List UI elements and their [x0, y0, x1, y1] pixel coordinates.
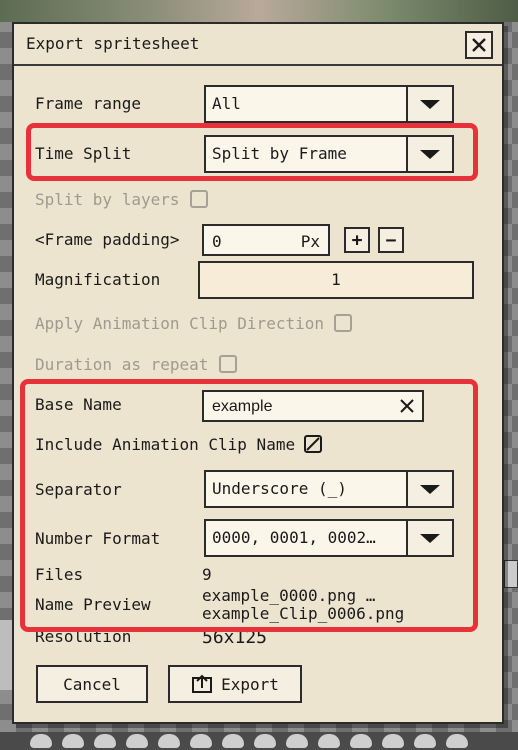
frame-range-dropdown-button[interactable] — [406, 87, 452, 121]
export-icon — [192, 674, 213, 693]
padding-decrement-button[interactable]: − — [378, 227, 404, 253]
padding-increment-button[interactable]: + — [344, 227, 370, 253]
time-split-highlight — [26, 123, 478, 181]
dialog-titlebar: Export spritesheet — [14, 24, 502, 66]
frame-range-label: Frame range — [35, 94, 141, 113]
close-button[interactable] — [465, 31, 493, 59]
minus-icon: − — [385, 229, 397, 251]
export-button[interactable]: Export — [168, 665, 302, 703]
background-canvas-top — [0, 0, 518, 22]
duration-repeat-checkbox[interactable] — [219, 355, 237, 373]
split-by-layers-checkbox[interactable] — [190, 190, 208, 208]
naming-options-highlight — [20, 379, 478, 632]
plus-icon: + — [351, 229, 363, 251]
close-icon — [472, 38, 486, 52]
magnification-label: Magnification — [35, 270, 161, 289]
background-toolbar-bottom — [0, 732, 518, 750]
cancel-button-label: Cancel — [63, 674, 121, 694]
frame-padding-input[interactable]: 0 Px — [202, 224, 330, 256]
export-spritesheet-dialog: Export spritesheet Frame range All Time … — [12, 22, 504, 724]
cancel-button[interactable]: Cancel — [36, 665, 148, 703]
apply-clip-direction-checkbox[interactable] — [334, 314, 352, 332]
frame-padding-value: 0 — [212, 232, 222, 251]
export-button-label: Export — [221, 674, 279, 694]
magnification-field[interactable]: 1 — [198, 261, 474, 299]
split-by-layers-label: Split by layers — [35, 190, 180, 209]
duration-repeat-label: Duration as repeat — [35, 355, 209, 374]
frame-padding-unit: Px — [300, 232, 320, 251]
frame-padding-label[interactable]: <Frame padding> — [35, 230, 180, 249]
background-scroll-handle — [504, 560, 518, 588]
dialog-title: Export spritesheet — [26, 34, 200, 53]
magnification-value: 1 — [331, 270, 341, 289]
apply-clip-direction-label: Apply Animation Clip Direction — [35, 314, 324, 333]
chevron-down-icon — [420, 99, 440, 109]
frame-range-value: All — [212, 94, 241, 113]
frame-range-select[interactable]: All — [204, 85, 454, 123]
